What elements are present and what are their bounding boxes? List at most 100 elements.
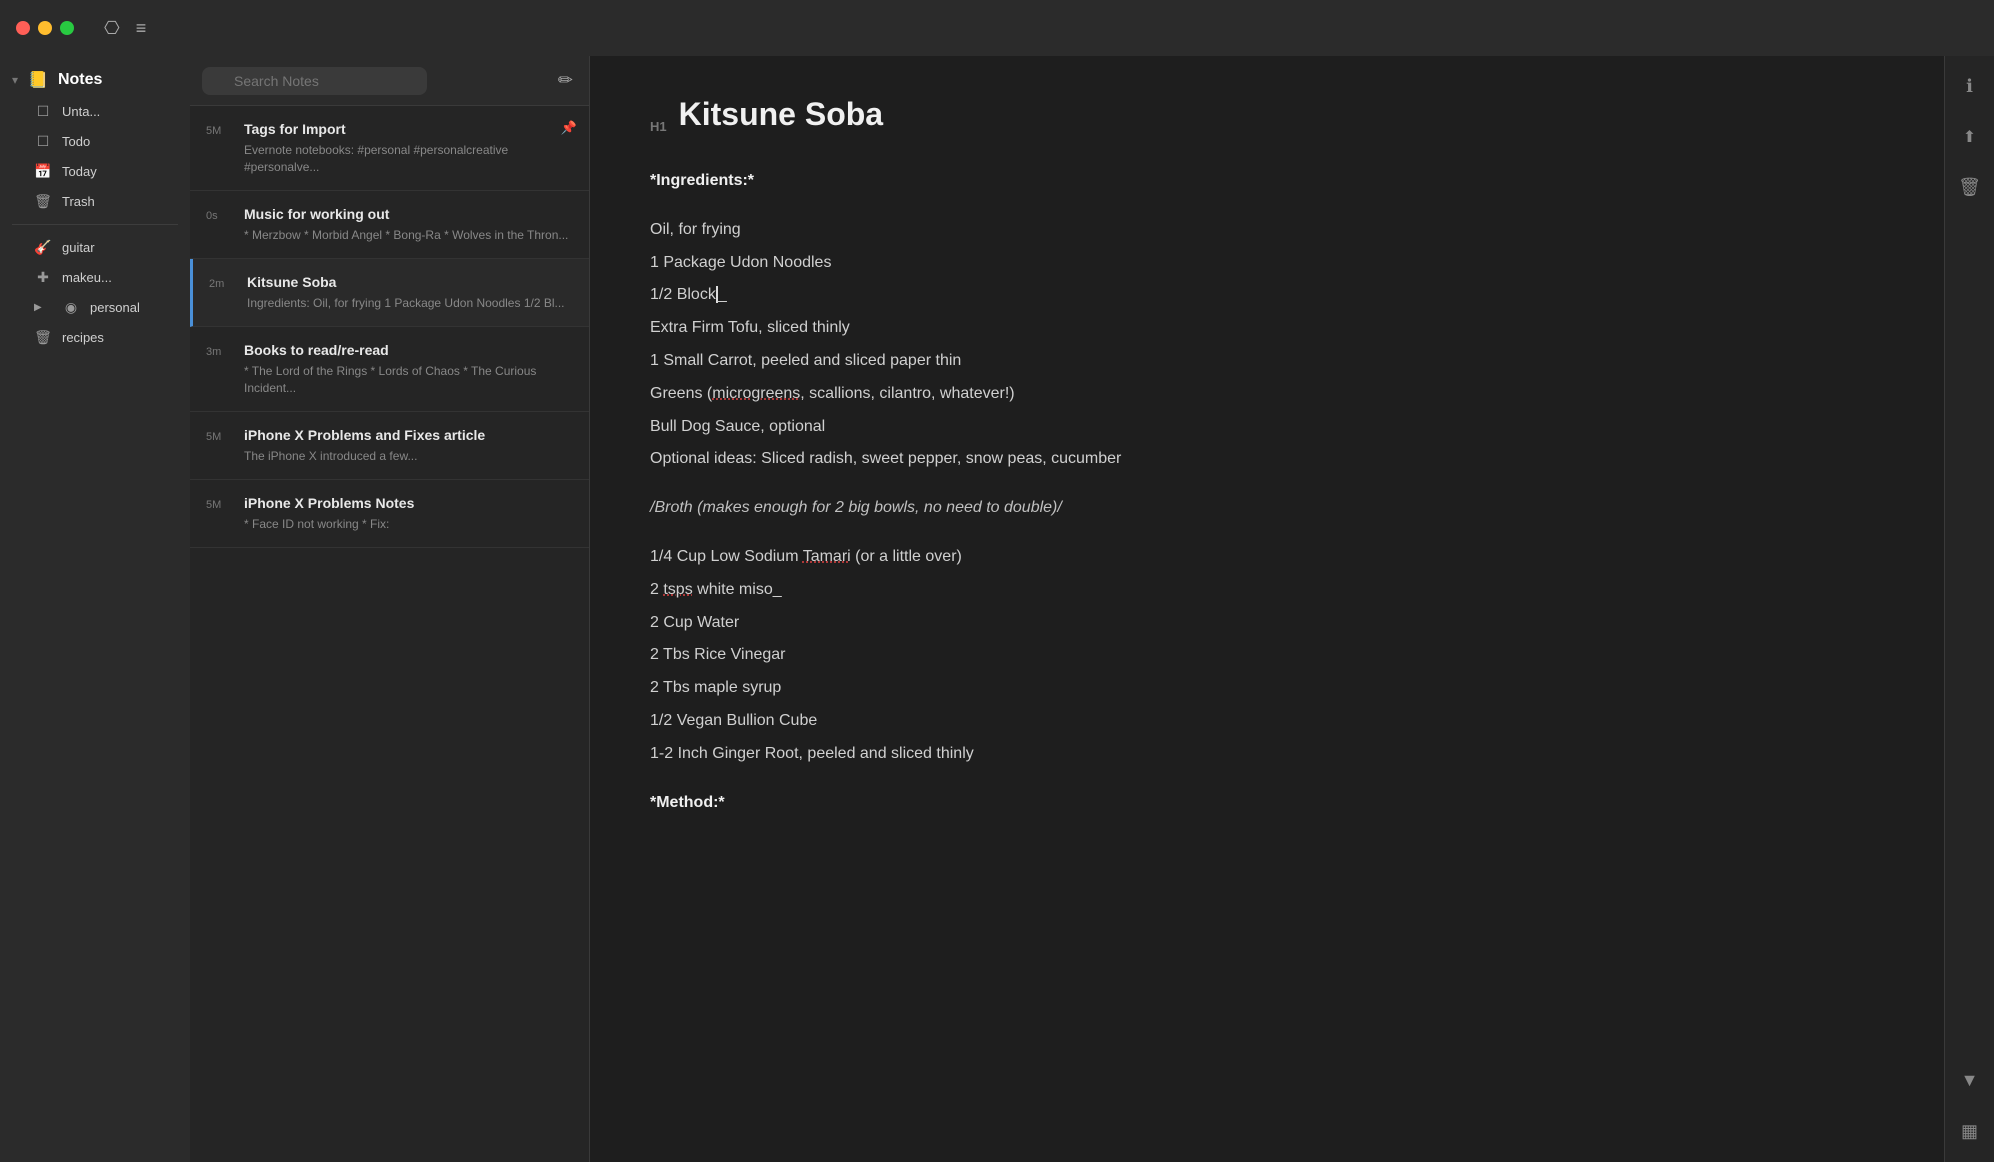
sidebar-item-today-label: Today (62, 164, 97, 179)
note-item-meta: 5M Tags for Import (206, 120, 573, 138)
method-label: *Method:* (650, 794, 725, 811)
note-preview: * Merzbow * Morbid Angel * Bong-Ra * Wol… (244, 227, 573, 244)
sidebar-item-guitar[interactable]: 🎸 guitar (6, 233, 184, 262)
broth-label: /Broth (makes enough for 2 big bowls, no… (650, 494, 1884, 523)
makeup-icon: ✚ (34, 269, 52, 286)
note-title-text: Music for working out (244, 205, 389, 223)
chevron-down-icon: ▾ (12, 73, 18, 87)
note-title-text: Tags for Import (244, 120, 346, 138)
sidebar-item-todo-label: Todo (62, 134, 90, 149)
note-item-meta: 5M iPhone X Problems and Fixes article (206, 426, 573, 444)
note-title-text: Books to read/re-read (244, 341, 389, 359)
note-item-kitsune-soba[interactable]: 2m Kitsune Soba Ingredients: Oil, for fr… (190, 259, 589, 327)
notes-list-header: 🔍 ✏ (190, 56, 589, 106)
new-note-button[interactable]: ✏ (554, 66, 577, 95)
note-time: 0s (206, 210, 234, 222)
note-preview: * Face ID not working * Fix: (244, 516, 573, 533)
sidebar-item-makeup-label: makeu... (62, 270, 112, 285)
note-item-meta: 2m Kitsune Soba (209, 273, 573, 291)
add-button[interactable]: ▼ (1955, 1064, 1985, 1097)
sidebar-item-todo[interactable]: ☐ Todo (6, 127, 184, 156)
notes-section-header[interactable]: ▾ 📒 Notes (0, 64, 190, 96)
note-item-meta: 0s Music for working out (206, 205, 573, 223)
broth-2: 2 tsps white miso_ (650, 576, 1884, 605)
sidebar-item-personal[interactable]: ▶ ◉ personal (6, 293, 184, 322)
notes-header-label: Notes (58, 71, 102, 89)
note-item-books-to-read[interactable]: 3m Books to read/re-read * The Lord of t… (190, 327, 589, 412)
note-item-meta: 5M iPhone X Problems Notes (206, 494, 573, 512)
ingredient-8: Optional ideas: Sliced radish, sweet pep… (650, 445, 1884, 474)
broth-5: 2 Tbs maple syrup (650, 674, 1884, 703)
sidebar: ▾ 📒 Notes ☐ Unta... ☐ Todo 📅 Today 🗑 Tra… (0, 56, 190, 1162)
untitled-icon: ☐ (34, 103, 52, 120)
note-item-tags-for-import[interactable]: 5M Tags for Import Evernote notebooks: #… (190, 106, 589, 191)
search-wrapper: 🔍 (202, 67, 546, 95)
note-preview: Ingredients: Oil, for frying 1 Package U… (247, 295, 573, 312)
maximize-button[interactable] (60, 21, 74, 35)
personal-icon: ◉ (62, 299, 80, 316)
grid-button[interactable]: ▦ (1955, 1115, 1984, 1148)
sidebar-item-guitar-label: guitar (62, 240, 95, 255)
today-icon: 📅 (34, 163, 52, 180)
notes-folder-icon: 📒 (28, 70, 48, 90)
search-input[interactable] (202, 67, 427, 95)
close-button[interactable] (16, 21, 30, 35)
broth-3: 2 Cup Water (650, 609, 1884, 638)
note-content: H1 Kitsune Soba *Ingredients:* Oil, for … (590, 56, 1944, 1162)
note-preview: Evernote notebooks: #personal #personalc… (244, 142, 573, 176)
note-time: 5M (206, 431, 234, 443)
note-time: 2m (209, 278, 237, 290)
sidebar-item-recipes[interactable]: 🗑 recipes (6, 323, 184, 352)
info-button[interactable]: ℹ (1960, 70, 1979, 103)
notes-icon-btn[interactable]: ⎔ (104, 18, 120, 39)
note-body: *Ingredients:* Oil, for frying 1 Package… (650, 167, 1884, 817)
note-item-iphone-x-notes[interactable]: 5M iPhone X Problems Notes * Face ID not… (190, 480, 589, 548)
ingredient-4: Extra Firm Tofu, sliced thinly (650, 314, 1884, 343)
ingredient-6: Greens (microgreens, scallions, cilantro… (650, 380, 1884, 409)
guitar-icon: 🎸 (34, 239, 52, 256)
right-toolbar: ℹ ⬆ 🗑 ▼ ▦ (1944, 56, 1994, 1162)
filter-icon-btn[interactable]: ≡ (136, 18, 147, 39)
ingredient-5: 1 Small Carrot, peeled and sliced paper … (650, 347, 1884, 376)
traffic-lights (16, 21, 74, 35)
broth-6: 1/2 Vegan Bullion Cube (650, 707, 1884, 736)
delete-button[interactable]: 🗑 (1952, 171, 1987, 204)
titlebar: ⎔ ≡ (0, 0, 1994, 56)
recipes-icon: 🗑 (34, 329, 52, 346)
ingredients-label: *Ingredients:* (650, 172, 754, 189)
trash-icon: 🗑 (34, 193, 52, 210)
note-title-text: iPhone X Problems Notes (244, 494, 414, 512)
pin-icon: 📌 (561, 120, 577, 136)
sidebar-item-makeup[interactable]: ✚ makeu... (6, 263, 184, 292)
note-title-heading[interactable]: Kitsune Soba (679, 96, 883, 133)
minimize-button[interactable] (38, 21, 52, 35)
sidebar-item-trash[interactable]: 🗑 Trash (6, 187, 184, 216)
sidebar-item-today[interactable]: 📅 Today (6, 157, 184, 186)
sidebar-item-untitled[interactable]: ☐ Unta... (6, 97, 184, 126)
share-button[interactable]: ⬆ (1957, 121, 1982, 153)
todo-icon: ☐ (34, 133, 52, 150)
ingredient-1: Oil, for frying (650, 216, 1884, 245)
note-item-music-for-working-out[interactable]: 0s Music for working out * Merzbow * Mor… (190, 191, 589, 259)
ingredient-7: Bull Dog Sauce, optional (650, 413, 1884, 442)
note-time: 3m (206, 346, 234, 358)
main-layout: ▾ 📒 Notes ☐ Unta... ☐ Todo 📅 Today 🗑 Tra… (0, 56, 1994, 1162)
note-item-iphone-x-problems[interactable]: 5M iPhone X Problems and Fixes article T… (190, 412, 589, 480)
note-time: 5M (206, 125, 234, 137)
note-preview: * The Lord of the Rings * Lords of Chaos… (244, 363, 573, 397)
note-title-text: iPhone X Problems and Fixes article (244, 426, 485, 444)
ingredient-2: 1 Package Udon Noodles (650, 249, 1884, 278)
note-time: 5M (206, 499, 234, 511)
microgreens-text: microgreens (712, 385, 800, 402)
h1-label: H1 (650, 119, 667, 134)
sidebar-item-recipes-label: recipes (62, 330, 104, 345)
ingredient-3: 1/2 Block_ (650, 281, 1884, 310)
sidebar-item-personal-label: personal (90, 300, 140, 315)
broth-4: 2 Tbs Rice Vinegar (650, 641, 1884, 670)
chevron-right-icon: ▶ (34, 302, 52, 313)
note-preview: The iPhone X introduced a few... (244, 448, 573, 465)
note-item-meta: 3m Books to read/re-read (206, 341, 573, 359)
notes-list: 🔍 ✏ 5M Tags for Import Evernote notebook… (190, 56, 590, 1162)
note-title-text: Kitsune Soba (247, 273, 336, 291)
broth-1: 1/4 Cup Low Sodium Tamari (or a little o… (650, 543, 1884, 572)
